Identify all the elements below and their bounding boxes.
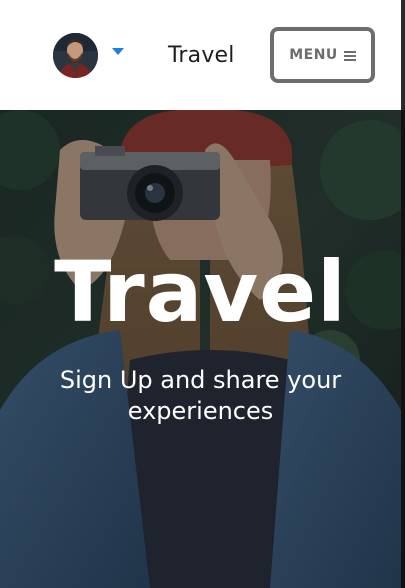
caret-down-icon[interactable]: [112, 48, 124, 55]
avatar-portrait-icon: [53, 33, 98, 78]
hero-title: Travel: [54, 243, 347, 341]
menu-button-label: MENU: [289, 47, 338, 63]
hero-subtitle: Sign Up and share your experiences: [59, 366, 342, 425]
hero-overlay: [0, 110, 401, 588]
menu-button[interactable]: MENU: [270, 27, 375, 83]
page: Travel MENU Travel Sign Up and share you…: [0, 0, 405, 588]
nav-title: Travel: [168, 43, 235, 68]
user-avatar[interactable]: [53, 33, 98, 78]
hero-section: Travel Sign Up and share your experience…: [0, 110, 401, 588]
navbar: Travel MENU: [0, 0, 405, 110]
hamburger-icon: [343, 50, 356, 61]
page-edge-divider: [401, 110, 405, 588]
